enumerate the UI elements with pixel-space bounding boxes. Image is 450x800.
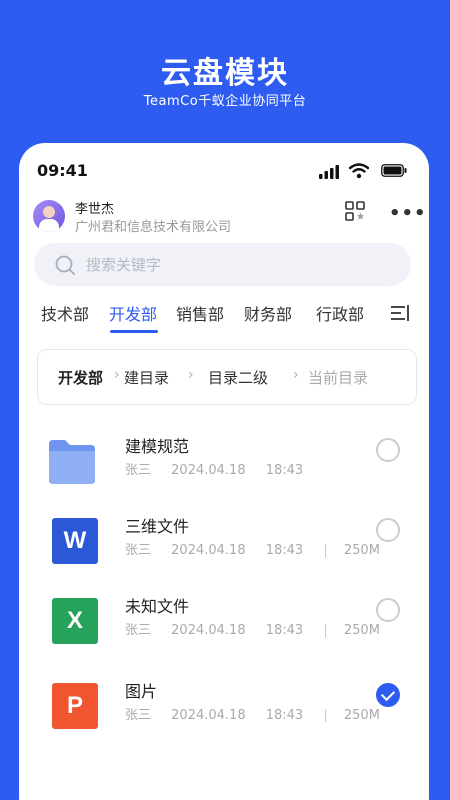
file-name: 未知文件 [125, 597, 190, 616]
list-item[interactable]: 建模规范 张三 2024.04.18 18:43 [19, 433, 429, 503]
search-bar[interactable] [34, 243, 411, 286]
file-name: 图片 [125, 682, 158, 701]
breadcrumb-current: 当前目录 [308, 369, 369, 387]
file-owner: 张三 [125, 708, 152, 723]
promo-subtitle: TeamCo千蚁企业协同平台 [143, 94, 307, 109]
file-owner: 张三 [125, 463, 152, 478]
chevron-right-icon: › [188, 367, 194, 383]
file-name: 三维文件 [125, 517, 190, 536]
breadcrumb-item[interactable]: 开发部 [58, 367, 103, 388]
divider: | [323, 708, 328, 723]
file-date: 2024.04.18 [171, 708, 246, 723]
select-radio[interactable] [376, 518, 400, 542]
list-item[interactable]: W 三维文件 张三 2024.04.18 18:43 | 250M [19, 513, 429, 583]
status-bar: 09:41 [19, 161, 429, 185]
breadcrumb-item[interactable]: 目录二级 [208, 367, 268, 388]
tab-tech[interactable]: 技术部 [41, 301, 89, 325]
folder-icon [49, 440, 95, 484]
breadcrumb: 开发部 › 建目录 › 目录二级 › 当前目录 [37, 349, 417, 405]
file-size: 250M [343, 708, 380, 723]
file-time: 18:43 [265, 708, 304, 723]
tab-menu-icon[interactable] [391, 305, 411, 321]
tab-admin[interactable]: 行政部 [316, 301, 364, 325]
file-date: 2024.04.18 [171, 623, 246, 638]
promo-title: 云盘模块 [161, 56, 289, 91]
file-date: 2024.04.18 [171, 543, 246, 558]
select-radio[interactable] [376, 598, 400, 622]
file-date: 2024.04.18 [171, 463, 246, 478]
active-tab-indicator [110, 330, 158, 333]
file-time: 18:43 [265, 463, 304, 478]
word-file-icon: W [52, 518, 98, 564]
qr-code-icon[interactable] [345, 201, 365, 221]
file-size: 250M [343, 623, 380, 638]
phone-screen: 09:41 李世杰 广州君和信息技术有限公司 ••• 搜索关键字 技术部 开发部… [19, 143, 429, 800]
department-tabs: 技术部 开发部 销售部 财务部 行政部 [19, 301, 429, 341]
list-item[interactable]: X 未知文件 张三 2024.04.18 18:43 | 250M [19, 593, 429, 663]
file-size: 250M [343, 543, 380, 558]
file-time: 18:43 [265, 623, 304, 638]
user-header: 李世杰 广州君和信息技术有限公司 ••• [33, 198, 426, 238]
user-name: 李世杰 [75, 202, 115, 217]
signal-icon [319, 165, 339, 179]
divider: | [323, 543, 328, 558]
avatar[interactable] [33, 200, 65, 232]
file-owner: 张三 [125, 543, 152, 558]
file-meta: 张三 2024.04.18 18:43 [125, 459, 319, 478]
more-icon[interactable]: ••• [389, 203, 427, 224]
file-owner: 张三 [125, 623, 152, 638]
select-radio[interactable] [376, 438, 400, 462]
user-company: 广州君和信息技术有限公司 [75, 220, 232, 235]
file-meta: 张三 2024.04.18 18:43 | 250M [125, 704, 396, 723]
file-time: 18:43 [265, 543, 304, 558]
wifi-icon [349, 163, 369, 179]
search-input[interactable] [86, 243, 386, 286]
tab-sales[interactable]: 销售部 [176, 301, 224, 325]
tab-dev[interactable]: 开发部 [109, 301, 157, 325]
chevron-right-icon: › [114, 367, 120, 383]
chevron-right-icon: › [293, 367, 299, 383]
powerpoint-file-icon: P [52, 683, 98, 729]
file-meta: 张三 2024.04.18 18:43 | 250M [125, 539, 396, 558]
divider: | [323, 623, 328, 638]
status-time: 09:41 [37, 161, 88, 180]
file-meta: 张三 2024.04.18 18:43 | 250M [125, 619, 396, 638]
select-radio-checked[interactable] [376, 683, 400, 707]
battery-icon [381, 164, 407, 177]
tab-finance[interactable]: 财务部 [244, 301, 292, 325]
search-icon [55, 255, 75, 275]
list-item[interactable]: P 图片 张三 2024.04.18 18:43 | 250M [19, 678, 429, 748]
file-name: 建模规范 [125, 437, 190, 456]
breadcrumb-item[interactable]: 建目录 [124, 367, 169, 388]
excel-file-icon: X [52, 598, 98, 644]
